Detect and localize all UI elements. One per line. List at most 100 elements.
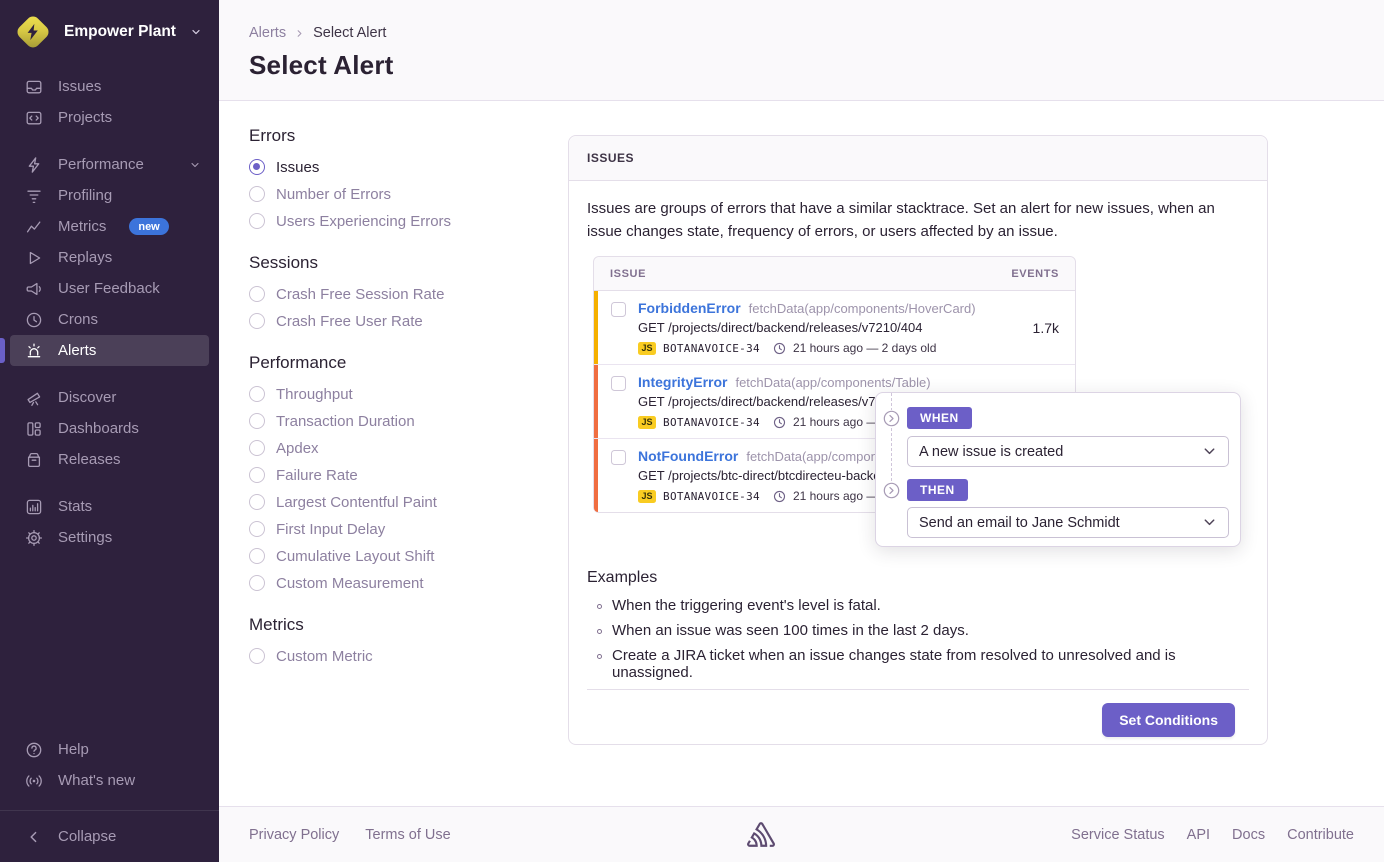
example-text: Create a JIRA ticket when an issue chang… — [612, 647, 1249, 681]
sidebar-item-alerts[interactable]: Alerts — [10, 335, 209, 366]
section-title: Errors — [249, 126, 549, 146]
metrics-icon — [25, 218, 43, 236]
option-label: Custom Measurement — [276, 575, 424, 592]
alert-type-option-transaction-duration[interactable]: Transaction Duration — [249, 412, 549, 430]
when-badge: WHEN — [907, 407, 972, 429]
issue-title-link[interactable]: ForbiddenError — [638, 300, 741, 316]
chevron-left-icon — [25, 828, 43, 846]
issue-title-link[interactable]: NotFoundError — [638, 448, 738, 464]
issue-subtitle: fetchData(app/components/Table) — [735, 375, 930, 390]
sidebar-item-label: Dashboards — [58, 420, 139, 437]
issue-culprit: GET /projects/direct/backend/releases/v7… — [638, 320, 1023, 336]
sidebar-item-dashboards[interactable]: Dashboards — [10, 413, 209, 444]
privacy-policy-link[interactable]: Privacy Policy — [249, 827, 339, 843]
discover-icon — [25, 389, 43, 407]
when-condition-select[interactable]: A new issue is created — [907, 436, 1229, 467]
bullet-icon — [597, 654, 602, 659]
alert-type-option-apdex[interactable]: Apdex — [249, 439, 549, 457]
issue-subtitle: fetchData(app/component — [746, 449, 896, 464]
issue-checkbox[interactable] — [611, 302, 626, 317]
sidebar-item-projects[interactable]: Projects — [10, 102, 209, 133]
issue-checkbox[interactable] — [611, 450, 626, 465]
terms-of-use-link[interactable]: Terms of Use — [365, 827, 450, 843]
alert-type-option-throughput[interactable]: Throughput — [249, 385, 549, 403]
alert-type-option-custom-measurement[interactable]: Custom Measurement — [249, 574, 549, 592]
radio-icon[interactable] — [249, 213, 265, 229]
sidebar-item-help[interactable]: Help — [10, 734, 209, 765]
then-action-select[interactable]: Send an email to Jane Schmidt — [907, 507, 1229, 538]
alert-type-option-crash-free-session-rate[interactable]: Crash Free Session Rate — [249, 285, 549, 303]
option-label: Apdex — [276, 440, 319, 457]
option-label: Largest Contentful Paint — [276, 494, 437, 511]
radio-icon[interactable] — [249, 467, 265, 483]
org-switcher[interactable]: Empower Plant — [0, 0, 219, 59]
radio-icon[interactable] — [249, 413, 265, 429]
api-link[interactable]: API — [1187, 827, 1210, 843]
radio-icon[interactable] — [249, 648, 265, 664]
projects-icon — [25, 109, 43, 127]
sidebar-item-label: Issues — [58, 78, 101, 95]
sidebar-item-settings[interactable]: Settings — [10, 522, 209, 553]
set-conditions-button[interactable]: Set Conditions — [1102, 703, 1235, 737]
sidebar-item-issues[interactable]: Issues — [10, 71, 209, 102]
radio-icon[interactable] — [249, 286, 265, 302]
sidebar-item-label: Replays — [58, 249, 112, 266]
sidebar-item-discover[interactable]: Discover — [10, 382, 209, 413]
sidebar-item-whats-new[interactable]: What's new — [10, 765, 209, 796]
bullet-icon — [597, 629, 602, 634]
bullet-icon — [597, 604, 602, 609]
sidebar-item-stats[interactable]: Stats — [10, 491, 209, 522]
issue-short-id: BOTANAVOICE-34 — [663, 416, 760, 429]
alert-type-option-number-of-errors[interactable]: Number of Errors — [249, 185, 549, 203]
example-text: When an issue was seen 100 times in the … — [612, 622, 969, 639]
radio-icon[interactable] — [249, 548, 265, 564]
sidebar-item-label: Releases — [58, 451, 121, 468]
sidebar-bottom: Help What's new Collapse — [0, 734, 219, 862]
sidebar-collapse-button[interactable]: Collapse — [10, 821, 209, 852]
issue-short-id: BOTANAVOICE-34 — [663, 490, 760, 503]
issue-title-link[interactable]: IntegrityError — [638, 374, 727, 390]
radio-icon[interactable] — [249, 386, 265, 402]
service-status-link[interactable]: Service Status — [1071, 827, 1165, 843]
level-indicator — [594, 365, 598, 438]
radio-icon[interactable] — [249, 440, 265, 456]
sidebar-item-user-feedback[interactable]: User Feedback — [10, 273, 209, 304]
alert-type-option-custom-metric[interactable]: Custom Metric — [249, 647, 549, 665]
docs-link[interactable]: Docs — [1232, 827, 1265, 843]
sidebar-item-replays[interactable]: Replays — [10, 242, 209, 273]
sentry-logo-icon[interactable] — [747, 822, 775, 847]
sidebar-item-performance[interactable]: Performance — [10, 149, 209, 180]
profiling-icon — [25, 187, 43, 205]
alert-type-option-first-input-delay[interactable]: First Input Delay — [249, 520, 549, 538]
sidebar-item-label: Help — [58, 741, 89, 758]
user-feedback-icon — [25, 280, 43, 298]
radio-icon[interactable] — [249, 494, 265, 510]
section-title: Metrics — [249, 615, 549, 635]
alert-type-option-users-experiencing-errors[interactable]: Users Experiencing Errors — [249, 212, 549, 230]
radio-selected-icon[interactable] — [249, 159, 265, 175]
chevron-down-icon — [1202, 444, 1217, 459]
breadcrumb-alerts-link[interactable]: Alerts — [249, 25, 286, 41]
radio-icon[interactable] — [249, 575, 265, 591]
example-item: Create a JIRA ticket when an issue chang… — [597, 647, 1249, 681]
alert-type-option-crash-free-user-rate[interactable]: Crash Free User Rate — [249, 312, 549, 330]
sidebar-item-label: Alerts — [58, 342, 96, 359]
sidebar-item-profiling[interactable]: Profiling — [10, 180, 209, 211]
alert-type-option-failure-rate[interactable]: Failure Rate — [249, 466, 549, 484]
issue-checkbox[interactable] — [611, 376, 626, 391]
performance-icon — [25, 156, 43, 174]
sidebar-item-crons[interactable]: Crons — [10, 304, 209, 335]
radio-icon[interactable] — [249, 313, 265, 329]
option-label: Crash Free Session Rate — [276, 286, 444, 303]
alerts-icon — [25, 342, 43, 360]
radio-icon[interactable] — [249, 186, 265, 202]
sidebar-item-releases[interactable]: Releases — [10, 444, 209, 475]
alert-type-option-cumulative-layout-shift[interactable]: Cumulative Layout Shift — [249, 547, 549, 565]
alert-type-option-largest-contentful-paint[interactable]: Largest Contentful Paint — [249, 493, 549, 511]
issues-icon — [25, 78, 43, 96]
sidebar-item-metrics[interactable]: Metrics new — [10, 211, 209, 242]
radio-icon[interactable] — [249, 521, 265, 537]
contribute-link[interactable]: Contribute — [1287, 827, 1354, 843]
section-performance: Performance Throughput Transaction Durat… — [249, 353, 549, 592]
alert-type-option-issues[interactable]: Issues — [249, 158, 549, 176]
